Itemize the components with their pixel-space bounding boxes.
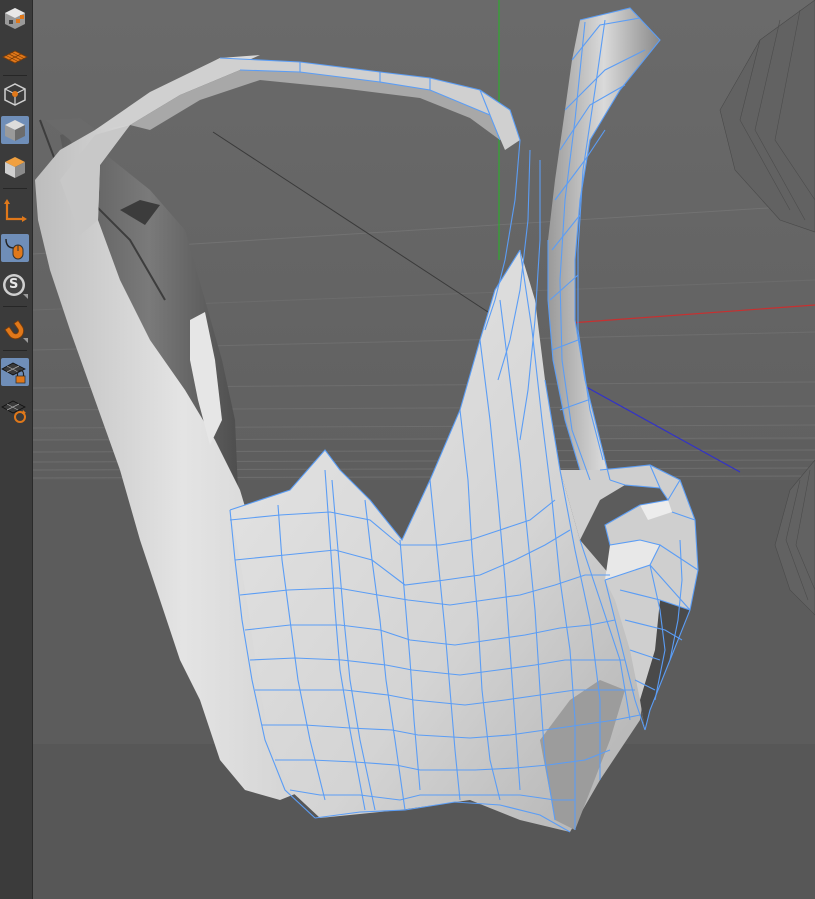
workplane-rotate-button[interactable] [1,396,29,424]
viewport-canvas[interactable] [33,0,815,899]
axis-mode-icon [4,199,27,222]
locked-workplane-button[interactable] [1,358,29,386]
3d-viewport[interactable] [33,0,815,899]
model-mode-icon [5,120,25,141]
solo-button[interactable]: S [1,272,29,300]
workplane-rotate-icon [1,400,26,423]
axis-mode-button[interactable] [1,197,29,225]
tweak-mode-icon [5,238,24,260]
snap-magnet-icon [4,319,28,343]
points-mode-icon [4,83,26,106]
mode-palette: S [0,0,33,899]
cinema4d-editor: S [0,0,815,899]
texture-grid-button[interactable] [1,43,29,71]
points-mode-button[interactable] [1,80,29,108]
palette-separator [3,188,27,189]
palette-separator [3,350,27,351]
locked-workplane-icon [1,362,26,384]
checkerboard-tool-button[interactable] [1,4,29,32]
checkerboard-tool-icon [5,8,25,29]
object-mode-button[interactable] [1,153,29,181]
tweak-mode-button[interactable] [1,234,29,262]
palette-separator [3,306,27,307]
palette-separator [3,75,27,76]
snap-button[interactable] [1,316,29,344]
model-mode-button[interactable] [1,116,29,144]
solo-label: S [9,277,19,292]
object-mode-icon [5,157,25,178]
texture-grid-icon [2,50,28,64]
